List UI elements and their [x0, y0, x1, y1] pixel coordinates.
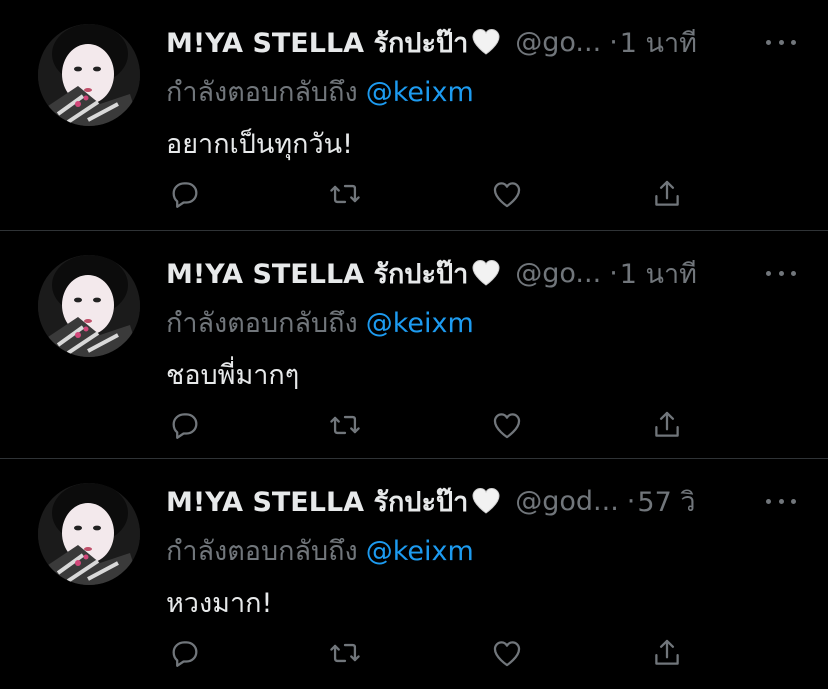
tweet-actions — [166, 175, 686, 213]
replying-to-user-link[interactable]: @keixm — [366, 536, 474, 567]
timestamp[interactable]: 1 นาที — [620, 252, 697, 295]
replying-to: กำลังตอบกลับถึง @keixm — [166, 70, 474, 113]
user-handle[interactable]: @god... — [515, 486, 619, 517]
replying-to-user-link[interactable]: @keixm — [366, 77, 474, 108]
avatar[interactable] — [38, 255, 140, 357]
share-icon — [655, 639, 679, 665]
replying-to-user-link[interactable]: @keixm — [366, 308, 474, 339]
like-button[interactable] — [488, 634, 526, 672]
tweet-text: หวงมาก! — [166, 588, 273, 619]
reply-icon — [172, 641, 198, 667]
retweet-icon — [330, 415, 360, 435]
replying-to: กำลังตอบกลับถึง @keixm — [166, 301, 474, 344]
retweet-button[interactable] — [326, 634, 364, 672]
replying-to-label: กำลังตอบกลับถึง — [166, 308, 358, 339]
retweet-button[interactable] — [326, 406, 364, 444]
reply-icon — [172, 182, 198, 208]
share-button[interactable] — [648, 634, 686, 672]
reply-icon — [172, 413, 198, 439]
heart-icon — [493, 641, 521, 667]
share-icon — [655, 411, 679, 437]
retweet-button[interactable] — [326, 175, 364, 213]
retweet-icon — [330, 184, 360, 204]
share-icon — [655, 180, 679, 206]
more-icon[interactable] — [766, 487, 796, 515]
user-handle[interactable]: @go... — [515, 27, 601, 58]
tweet-card[interactable]: M!YA STELLA รักปะป๊า @go... · 1 นาที กำล… — [0, 231, 828, 459]
reply-feed: M!YA STELLA รักปะป๊า @go... · 1 นาที กำล… — [0, 0, 828, 689]
reply-button[interactable] — [166, 406, 204, 444]
heart-icon — [493, 182, 521, 208]
tweet-card[interactable]: M!YA STELLA รักปะป๊า @go... · 1 นาที กำล… — [0, 0, 828, 231]
separator-dot: · — [609, 257, 618, 289]
reply-button[interactable] — [166, 175, 204, 213]
timestamp[interactable]: 57 วิ — [637, 480, 695, 523]
tweet-header: M!YA STELLA รักปะป๊า @god... · 57 วิ — [166, 480, 796, 523]
tweet-text: อยากเป็นทุกวัน! — [166, 129, 353, 160]
white-heart-emoji — [471, 28, 501, 56]
white-heart-emoji — [471, 487, 501, 515]
replying-to: กำลังตอบกลับถึง @keixm — [166, 529, 474, 572]
reply-button[interactable] — [166, 634, 204, 672]
user-handle[interactable]: @go... — [515, 258, 601, 289]
like-button[interactable] — [488, 175, 526, 213]
replying-to-label: กำลังตอบกลับถึง — [166, 77, 358, 108]
more-icon[interactable] — [766, 28, 796, 56]
separator-dot: · — [609, 26, 618, 58]
display-name[interactable]: M!YA STELLA รักปะป๊า — [166, 21, 468, 64]
share-button[interactable] — [648, 175, 686, 213]
white-heart-emoji — [471, 259, 501, 287]
separator-dot: · — [626, 485, 636, 517]
share-button[interactable] — [648, 406, 686, 444]
tweet-text: ชอบพี่มากๆ — [166, 360, 300, 391]
tweet-header: M!YA STELLA รักปะป๊า @go... · 1 นาที — [166, 252, 796, 295]
display-name[interactable]: M!YA STELLA รักปะป๊า — [166, 480, 468, 523]
more-icon[interactable] — [766, 259, 796, 287]
replying-to-label: กำลังตอบกลับถึง — [166, 536, 358, 567]
tweet-actions — [166, 406, 686, 444]
heart-icon — [493, 413, 521, 439]
avatar[interactable] — [38, 24, 140, 126]
avatar[interactable] — [38, 483, 140, 585]
tweet-card[interactable]: M!YA STELLA รักปะป๊า @god... · 57 วิ กำล… — [0, 459, 828, 689]
display-name[interactable]: M!YA STELLA รักปะป๊า — [166, 252, 468, 295]
timestamp[interactable]: 1 นาที — [620, 21, 697, 64]
tweet-header: M!YA STELLA รักปะป๊า @go... · 1 นาที — [166, 21, 796, 64]
like-button[interactable] — [488, 406, 526, 444]
retweet-icon — [330, 643, 360, 663]
tweet-actions — [166, 634, 686, 672]
